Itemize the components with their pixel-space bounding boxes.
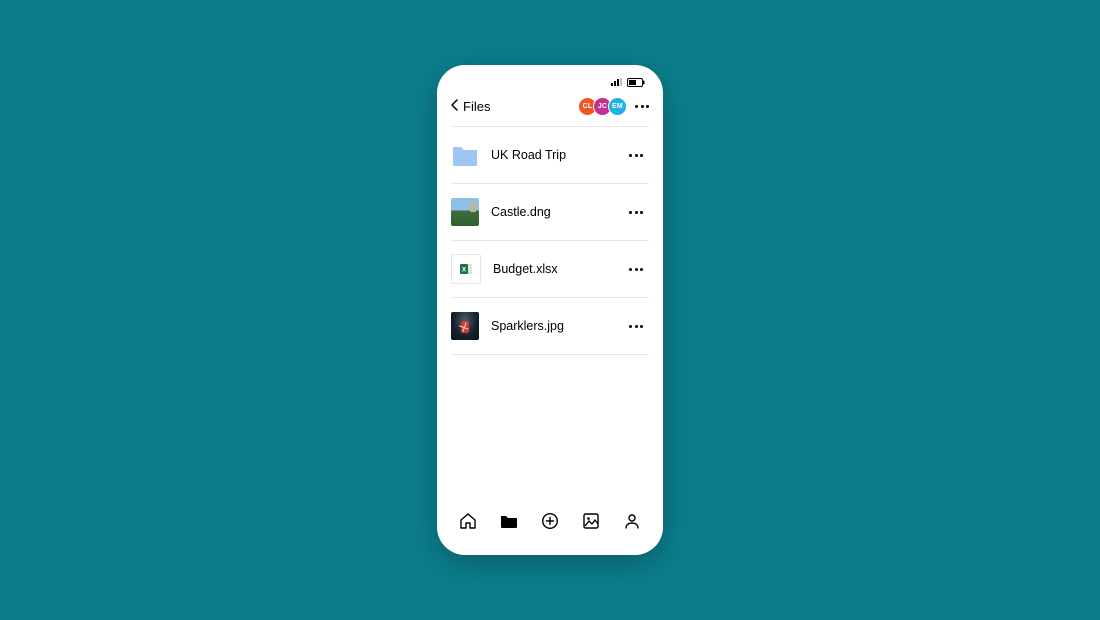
list-item[interactable]: Castle.dng [451, 183, 649, 240]
tab-photos[interactable] [575, 507, 607, 539]
image-thumbnail [451, 198, 479, 226]
svg-text:X: X [462, 267, 467, 274]
file-name: Budget.xlsx [493, 262, 611, 276]
tab-bar [437, 499, 663, 555]
item-more-button[interactable] [623, 148, 649, 163]
status-bar [437, 71, 663, 93]
file-name: Castle.dng [491, 205, 611, 219]
item-more-button[interactable] [623, 319, 649, 334]
folder-icon [500, 513, 518, 534]
back-button[interactable]: Files [451, 98, 490, 116]
list-item[interactable]: UK Road Trip [451, 126, 649, 183]
item-more-button[interactable] [623, 262, 649, 277]
file-name: Sparklers.jpg [491, 319, 611, 333]
shared-avatars[interactable]: CL JC EM [578, 97, 627, 116]
chevron-left-icon [451, 98, 459, 116]
phone-frame: Files CL JC EM UK Road Trip [437, 65, 663, 555]
battery-icon [627, 78, 645, 87]
home-icon [459, 512, 477, 535]
tab-add[interactable] [534, 507, 566, 539]
back-label: Files [463, 99, 490, 114]
more-icon [635, 105, 649, 108]
folder-icon [451, 141, 479, 169]
image-thumbnail [451, 312, 479, 340]
photo-icon [582, 512, 600, 535]
more-icon [629, 268, 643, 271]
more-icon [629, 325, 643, 328]
avatar: EM [608, 97, 627, 116]
more-icon [629, 211, 643, 214]
plus-circle-icon [541, 512, 559, 535]
item-more-button[interactable] [623, 205, 649, 220]
more-icon [629, 154, 643, 157]
xlsx-icon: X [451, 254, 481, 284]
list-item[interactable]: Sparklers.jpg [451, 297, 649, 355]
header: Files CL JC EM [437, 93, 663, 126]
list-item[interactable]: X Budget.xlsx [451, 240, 649, 297]
tab-home[interactable] [452, 507, 484, 539]
tab-account[interactable] [616, 507, 648, 539]
file-list: UK Road Trip Castle.dng X [437, 126, 663, 355]
tab-files[interactable] [493, 507, 525, 539]
person-icon [623, 512, 641, 535]
signal-icon [611, 78, 622, 86]
header-more-button[interactable] [635, 105, 649, 108]
file-name: UK Road Trip [491, 148, 611, 162]
